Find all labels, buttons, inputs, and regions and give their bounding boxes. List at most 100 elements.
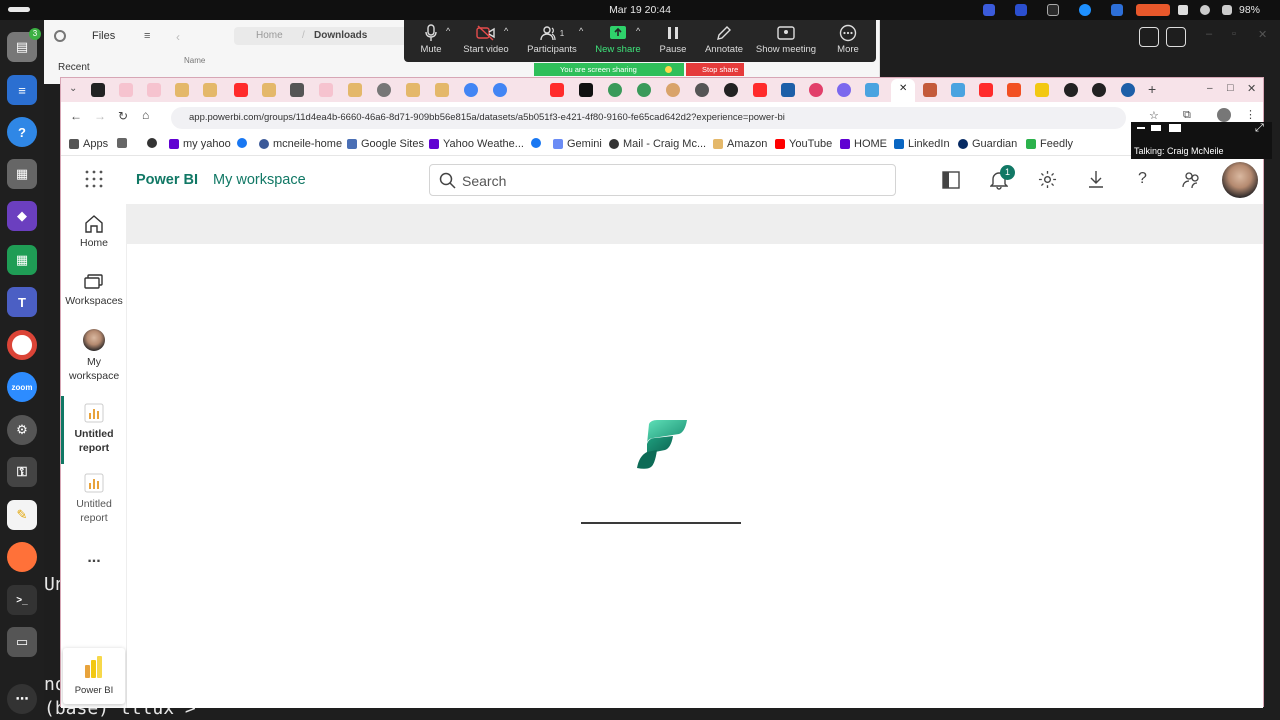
tab[interactable] <box>1064 83 1078 97</box>
stop-share-button[interactable]: Stop share <box>686 63 744 76</box>
bookmark-globe[interactable] <box>147 138 157 148</box>
bookmark-youtube[interactable]: YouTube <box>775 138 832 150</box>
sync-icon[interactable] <box>1079 4 1091 16</box>
download-icon[interactable] <box>1088 170 1104 189</box>
close-icon[interactable]: ✕ <box>1258 28 1267 41</box>
menu-icon[interactable]: ≡ <box>144 30 150 42</box>
nav-home[interactable]: Home <box>61 214 127 249</box>
tab[interactable] <box>923 83 937 97</box>
chrome-icon[interactable] <box>7 330 37 360</box>
tab[interactable] <box>493 83 507 97</box>
rec-icon[interactable] <box>1178 5 1188 15</box>
zoom-tray-icon[interactable] <box>983 4 995 16</box>
tab[interactable] <box>262 83 276 97</box>
tab[interactable] <box>550 83 564 97</box>
tab[interactable] <box>809 83 823 97</box>
back-icon[interactable]: ← <box>70 109 82 123</box>
bookmark-apps[interactable]: Apps <box>69 138 108 150</box>
nav-untitled-report-active[interactable]: Untitled report <box>61 403 127 455</box>
chevron-up-icon[interactable]: ^ <box>579 26 583 36</box>
mute-button[interactable]: Mute <box>401 24 461 55</box>
profile-avatar-icon[interactable] <box>1217 108 1231 122</box>
bookmark-facebook-2[interactable] <box>531 138 541 148</box>
obsidian-icon[interactable]: ◆ <box>7 201 37 231</box>
zoom-active-speaker-panel[interactable]: ⤢ Talking: Craig McNeile <box>1131 122 1272 159</box>
tab[interactable] <box>666 83 680 97</box>
view-menu-button[interactable] <box>1166 27 1186 47</box>
tab[interactable] <box>377 83 391 97</box>
document-viewer-icon[interactable]: ≡ <box>7 75 37 105</box>
tab[interactable] <box>203 83 217 97</box>
bookmark-feedly[interactable]: Feedly <box>1026 138 1073 150</box>
firefox-icon[interactable] <box>7 542 37 572</box>
forward-icon[interactable]: → <box>94 109 106 123</box>
bookmark-amazon[interactable]: Amazon <box>713 138 767 150</box>
app-launcher-icon[interactable] <box>85 170 103 188</box>
annotate-button[interactable]: Annotate <box>694 24 754 55</box>
tab[interactable] <box>91 83 105 97</box>
tab[interactable] <box>579 83 593 97</box>
tab[interactable] <box>234 83 248 97</box>
panel-view-icon[interactable] <box>1151 125 1161 131</box>
tab[interactable] <box>406 83 420 97</box>
participants-button[interactable]: 1 Participants <box>522 24 582 55</box>
dropbox-icon[interactable] <box>1047 4 1059 16</box>
more-nav-button[interactable]: ... <box>61 549 127 567</box>
bookmark-grid[interactable] <box>117 138 127 148</box>
tab[interactable] <box>319 83 333 97</box>
share-people-icon[interactable] <box>1182 170 1202 189</box>
expand-icon[interactable]: ⤢ <box>1255 122 1264 135</box>
search-button[interactable] <box>1139 27 1159 47</box>
bookmark-gemini[interactable]: Gemini <box>553 138 602 150</box>
bookmark-mcneile-home[interactable]: mcneile-home <box>259 138 342 150</box>
search-icon[interactable] <box>54 30 66 42</box>
tab[interactable] <box>781 83 795 97</box>
bookmark-facebook[interactable] <box>237 138 247 148</box>
chevron-up-icon[interactable]: ^ <box>504 26 508 36</box>
zoom-app-icon[interactable]: zoom <box>7 372 37 402</box>
show-meeting-button[interactable]: Show meeting <box>751 24 821 55</box>
battery-level[interactable]: 98% <box>1239 4 1260 16</box>
tab[interactable] <box>724 83 738 97</box>
bookmark-home[interactable]: HOME <box>840 138 887 150</box>
keyring-icon[interactable]: ⚿ <box>7 457 37 487</box>
app-tray-icon[interactable] <box>1015 4 1027 16</box>
text-editor-icon[interactable]: ✎ <box>7 500 37 530</box>
more-button[interactable]: More <box>818 24 878 55</box>
tab[interactable] <box>837 83 851 97</box>
archive-icon[interactable]: ▭ <box>7 627 37 657</box>
extensions-icon[interactable]: ⧉ <box>1183 109 1191 122</box>
minimize-icon[interactable]: – <box>1206 28 1212 40</box>
spreadsheet-icon[interactable]: ▦ <box>7 245 37 275</box>
tab[interactable] <box>175 83 189 97</box>
home-icon[interactable]: ⌂ <box>142 108 149 122</box>
search-box[interactable]: Search <box>429 164 896 196</box>
bookmark-guardian[interactable]: Guardian <box>958 138 1017 150</box>
tab[interactable] <box>435 83 449 97</box>
shield-icon[interactable] <box>1111 4 1123 16</box>
tab[interactable] <box>637 83 651 97</box>
breadcrumb-workspace[interactable]: My workspace <box>213 172 306 188</box>
settings-gear-icon[interactable] <box>1038 170 1057 189</box>
chevron-up-icon[interactable]: ^ <box>446 26 450 36</box>
url-input[interactable]: app.powerbi.com/groups/11d4ea4b-6660-46a… <box>171 107 1126 129</box>
brand-title[interactable]: Power BI <box>136 172 198 188</box>
terminal-icon[interactable]: >_ <box>7 585 37 615</box>
teams-icon[interactable]: T <box>7 287 37 317</box>
volume-icon[interactable] <box>1222 5 1232 15</box>
experience-switcher[interactable]: Power BI <box>63 648 125 704</box>
nav-my-workspace[interactable]: My workspace <box>61 329 127 383</box>
bookmark-linkedin[interactable]: LinkedIn <box>894 138 950 150</box>
close-tab-icon[interactable]: ✕ <box>899 83 907 94</box>
tab[interactable] <box>1092 83 1106 97</box>
tab[interactable] <box>290 83 304 97</box>
user-avatar[interactable] <box>1222 162 1258 198</box>
help-icon[interactable]: ? <box>7 117 37 147</box>
breadcrumb-downloads[interactable]: Downloads <box>314 30 367 41</box>
bookmark-yahoo-weather[interactable]: Yahoo Weathe... <box>429 138 524 150</box>
pane-toggle-icon[interactable] <box>942 171 960 189</box>
network-icon[interactable] <box>1200 5 1210 15</box>
tab-active[interactable]: ✕ <box>891 79 915 102</box>
back-icon[interactable]: ‹ <box>176 30 180 44</box>
bookmark-mail[interactable]: Mail - Craig Mc... <box>609 138 706 150</box>
